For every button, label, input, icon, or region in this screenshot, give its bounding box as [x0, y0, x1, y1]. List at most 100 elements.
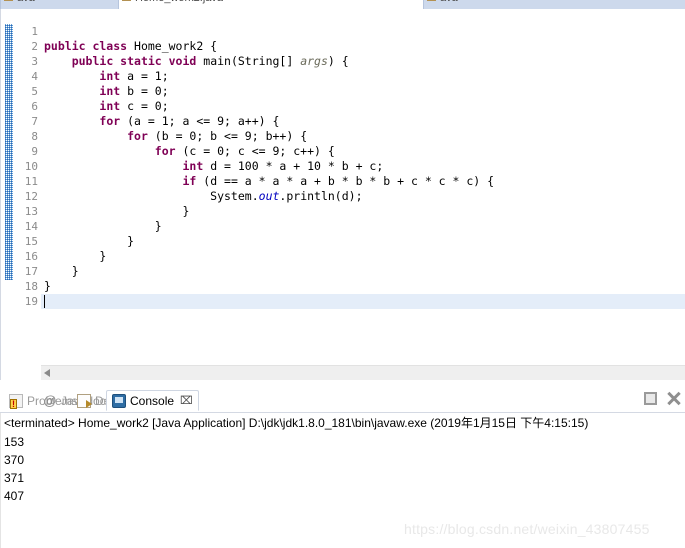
line-number: 17: [24, 265, 38, 278]
editor-tab-label: Home_work2.java: [135, 0, 223, 4]
code-token: int: [99, 69, 128, 83]
javadoc-icon: @: [43, 392, 57, 408]
editor-horizontal-scrollbar[interactable]: [41, 365, 685, 381]
code-token: main(String[]: [203, 54, 301, 68]
code-line: public class Home_work2 {: [44, 39, 217, 54]
current-line-highlight: [41, 294, 685, 309]
code-editor-panel[interactable]: 1 2 3 4 5 6 7 8 9 10 11 12 13 14 15 16 17 18 19 public cla…: [0, 9, 685, 384]
code-line: }: [44, 279, 51, 294]
code-line: for (a = 1; a <= 9; a++) {: [44, 114, 279, 129]
code-token: public class: [44, 39, 135, 53]
close-tab-icon[interactable]: ⌧: [180, 395, 193, 407]
text-caret: [44, 295, 45, 308]
java-file-icon: [427, 0, 436, 1]
scroll-left-arrow-icon[interactable]: [44, 369, 50, 377]
watermark-text: https://blog.csdn.net/weixin_43807455: [404, 521, 650, 537]
code-token: .println(d);: [279, 189, 363, 203]
code-token: int: [99, 99, 128, 113]
code-token: for: [127, 129, 155, 143]
java-file-icon: [122, 0, 131, 1]
code-token: }: [44, 204, 190, 218]
code-token: for: [99, 114, 128, 128]
console-view-toolbar[interactable]: [644, 391, 681, 405]
code-line: }: [44, 204, 189, 219]
editor-tab-label: ava: [440, 0, 458, 4]
code-line: public static void main(String[] args) {: [44, 54, 349, 69]
code-line: for (c = 0; c <= 9; c++) {: [44, 144, 335, 159]
line-number: 5: [31, 85, 38, 98]
console-icon: [112, 393, 126, 408]
code-token: }: [44, 264, 79, 278]
code-token: ) {: [327, 54, 349, 68]
code-token: int: [182, 159, 211, 173]
code-text-area[interactable]: public class Home_work2 { public static …: [41, 9, 685, 383]
editor-tab-0[interactable]: ava: [0, 0, 120, 9]
code-line: }: [44, 234, 134, 249]
line-number: 4: [31, 70, 38, 83]
java-file-icon: [4, 0, 13, 1]
editor-tab-strip: ava Home_work2.java ava: [0, 0, 685, 9]
code-line: int a = 1;: [44, 69, 169, 84]
code-token: Home_work2 {: [134, 39, 218, 53]
close-view-button[interactable]: [667, 391, 681, 405]
line-number: 8: [31, 130, 38, 143]
line-number: 18: [24, 280, 38, 293]
code-line: int b = 0;: [44, 84, 169, 99]
line-number-gutter: 1 2 3 4 5 6 7 8 9 10 11 12 13 14 15 16 17 18 19: [13, 9, 52, 383]
line-number: 15: [24, 235, 38, 248]
view-tab-label: Console: [130, 393, 175, 408]
code-line: int d = 100 * a + 10 * b + c;: [44, 159, 383, 174]
code-token: }: [44, 219, 162, 233]
code-token: (d == a * a * a + b * b * b + c * c * c)…: [203, 174, 495, 188]
editor-tab-label: ava: [17, 0, 35, 4]
console-output-line: 407: [4, 489, 25, 503]
line-number: 12: [24, 190, 38, 203]
console-output-line: 371: [4, 471, 25, 485]
line-number: 13: [24, 205, 38, 218]
code-token: for: [154, 144, 183, 158]
problems-icon: [9, 393, 23, 409]
line-number: 14: [24, 220, 38, 233]
code-line: if (d == a * a * a + b * b * b + c * c *…: [44, 174, 494, 189]
declaration-icon: [77, 393, 92, 408]
line-number: 9: [31, 145, 38, 158]
code-token: System.: [44, 189, 259, 203]
code-line: }: [44, 219, 162, 234]
code-token: public static void: [71, 54, 204, 68]
line-number: 6: [31, 100, 38, 113]
code-token: }: [44, 234, 135, 248]
console-output-line: 370: [4, 453, 25, 467]
code-token: (b = 0; b <= 9; b++) {: [154, 129, 308, 143]
code-token: }: [44, 249, 107, 263]
code-token: a = 1;: [127, 69, 169, 83]
view-tab-console[interactable]: Console ⌧: [106, 390, 199, 411]
line-number: 3: [31, 55, 38, 68]
line-number: 2: [31, 40, 38, 53]
maximize-view-button[interactable]: [644, 391, 657, 405]
line-number: 19: [24, 295, 38, 308]
code-line: }: [44, 264, 79, 279]
console-output-line: 153: [4, 435, 25, 449]
line-number: 11: [24, 175, 38, 188]
code-token: (a = 1; a <= 9; a++) {: [127, 114, 280, 128]
editor-tab-2[interactable]: ava: [423, 0, 685, 9]
line-number: 16: [24, 250, 38, 263]
code-token: d = 100 * a + 10 * b + c;: [210, 159, 384, 173]
code-line: for (b = 0; b <= 9; b++) {: [44, 129, 307, 144]
code-line: }: [44, 249, 106, 264]
code-token: b = 0;: [127, 84, 169, 98]
code-token: args: [300, 54, 328, 68]
code-token: c = 0;: [127, 99, 169, 113]
console-view-tabbar[interactable]: Problems@JavadocDeclarationConsole⌧: [0, 388, 685, 413]
code-token: int: [99, 84, 128, 98]
code-token: out: [258, 189, 280, 203]
editor-tab-1[interactable]: Home_work2.java: [118, 0, 425, 9]
line-number: 7: [31, 115, 38, 128]
